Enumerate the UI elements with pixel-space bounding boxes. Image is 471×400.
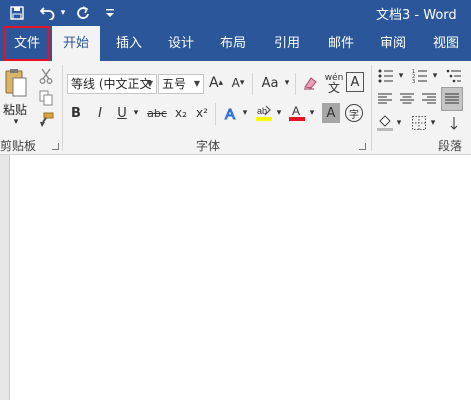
chevron-down-icon[interactable]: ▾: [282, 75, 292, 91]
borders-icon[interactable]: [410, 113, 428, 133]
tab-design[interactable]: 设计: [158, 26, 204, 61]
font-launcher-icon[interactable]: [359, 143, 366, 150]
copy-icon[interactable]: [36, 88, 56, 108]
separator: [215, 103, 216, 125]
tab-references[interactable]: 引用: [264, 26, 310, 61]
character-shading-icon: A: [326, 105, 336, 121]
change-case-icon: Aa: [261, 75, 279, 91]
shrink-font-button[interactable]: A ▾: [230, 72, 246, 94]
tab-view[interactable]: 视图: [423, 26, 469, 61]
grow-font-button[interactable]: A ▴: [208, 72, 224, 94]
ribbon-home: 粘贴 ▾ 剪贴板 等线 (中文正文 ▼ 五号 ▼ A ▴ A ▾ Aa ▾ wén …: [0, 61, 471, 155]
tab-layout[interactable]: 布局: [210, 26, 256, 61]
font-color-icon[interactable]: A: [288, 103, 306, 123]
ribbon-tabs: 文件 开始 插入 设计 布局 引用 邮件 审阅 视图: [0, 26, 471, 61]
document-page[interactable]: [9, 155, 469, 400]
shrink-font-icon: A: [231, 76, 240, 90]
chevron-down-icon[interactable]: ▾: [307, 106, 317, 120]
italic-button[interactable]: I: [92, 103, 108, 123]
chevron-down-icon[interactable]: ▾: [274, 106, 284, 120]
character-shading-button[interactable]: A: [322, 103, 340, 123]
tab-file[interactable]: 文件: [4, 26, 50, 61]
phonetic-guide-button[interactable]: wén 文: [324, 70, 344, 96]
subscript-button[interactable]: x₂: [172, 103, 190, 123]
multilevel-list-icon[interactable]: [444, 67, 464, 85]
strikethrough-button[interactable]: abc: [145, 103, 169, 123]
font-group-label: 字体: [196, 139, 221, 153]
superscript-button[interactable]: x²: [193, 103, 211, 123]
align-right-icon[interactable]: [420, 89, 438, 109]
customize-qat-icon[interactable]: [104, 3, 116, 23]
chevron-down-icon[interactable]: ▾: [430, 70, 440, 82]
phonetic-char: 文: [327, 81, 340, 95]
redo-icon[interactable]: [74, 3, 92, 23]
separator: [252, 73, 253, 95]
chevron-down-icon[interactable]: ▾: [394, 116, 404, 130]
document-title: 文档3 - Word: [376, 8, 457, 23]
clipboard-group-label: 剪贴板: [0, 139, 37, 153]
font-name-combo[interactable]: 等线 (中文正文 ▼: [67, 74, 157, 94]
underline-button[interactable]: U: [114, 103, 130, 123]
svg-text:3: 3: [412, 79, 415, 83]
cut-icon[interactable]: [36, 66, 56, 86]
character-border-icon: A: [350, 74, 360, 90]
clipboard-launcher-icon[interactable]: [52, 143, 59, 150]
group-separator: [62, 65, 63, 151]
enclose-characters-icon: 字: [345, 104, 363, 122]
align-center-icon[interactable]: [398, 89, 416, 109]
paste-dropdown-icon[interactable]: ▾: [10, 117, 22, 127]
tab-review[interactable]: 审阅: [370, 26, 416, 61]
tab-insert[interactable]: 插入: [106, 26, 152, 61]
enclose-characters-button[interactable]: 字: [344, 103, 364, 123]
text-effects-icon[interactable]: A: [222, 103, 240, 123]
chevron-down-icon[interactable]: ▼: [194, 75, 200, 93]
font-name-value: 等线 (中文正文: [71, 77, 152, 91]
svg-text:A: A: [292, 104, 300, 118]
tab-mailings[interactable]: 邮件: [318, 26, 364, 61]
save-icon[interactable]: [6, 3, 28, 23]
title-bar: ▾ 文档3 - Word: [0, 0, 471, 26]
font-size-combo[interactable]: 五号 ▼: [158, 74, 204, 94]
grow-font-icon: A: [208, 75, 219, 91]
change-case-button[interactable]: Aa: [258, 72, 282, 94]
document-margin: [0, 155, 9, 400]
paste-icon[interactable]: [2, 67, 30, 99]
character-border-button[interactable]: A: [346, 72, 364, 92]
undo-dropdown-icon[interactable]: ▾: [58, 3, 68, 23]
format-painter-icon[interactable]: [36, 110, 56, 130]
chevron-down-icon[interactable]: ▾: [396, 70, 406, 82]
chevron-down-icon[interactable]: ▾: [240, 106, 250, 120]
justify-icon[interactable]: [441, 87, 463, 111]
bold-button[interactable]: B: [68, 103, 84, 123]
chevron-down-icon[interactable]: ▾: [131, 106, 141, 120]
chevron-down-icon[interactable]: ▼: [147, 75, 153, 93]
highlight-color-icon[interactable]: ab: [255, 103, 273, 123]
font-size-value: 五号: [162, 77, 187, 91]
group-separator: [371, 65, 372, 151]
bullets-icon[interactable]: [376, 67, 396, 85]
chevron-down-icon[interactable]: ▾: [428, 116, 438, 130]
paste-label[interactable]: 粘贴: [3, 101, 27, 118]
paragraph-group-label: 段落: [438, 139, 463, 153]
separator: [295, 73, 296, 95]
svg-text:A: A: [225, 106, 235, 121]
tab-home[interactable]: 开始: [52, 26, 100, 61]
clear-formatting-icon[interactable]: [300, 72, 322, 94]
align-left-icon[interactable]: [376, 89, 394, 109]
shading-icon[interactable]: [376, 113, 394, 133]
sort-icon[interactable]: [448, 113, 466, 133]
undo-icon[interactable]: [38, 3, 58, 23]
numbering-icon[interactable]: 123: [410, 67, 430, 85]
page-edge: [9, 155, 10, 400]
